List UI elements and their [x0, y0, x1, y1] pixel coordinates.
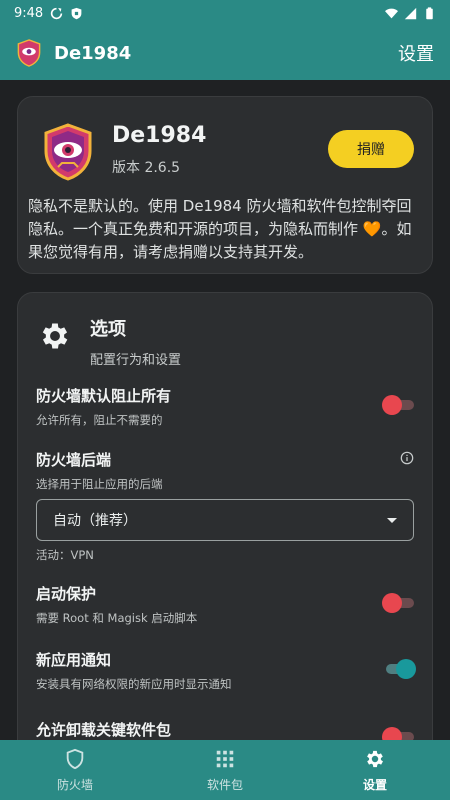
firewall-default-block-toggle[interactable] [382, 395, 416, 415]
options-subtitle: 配置行为和设置 [90, 353, 182, 368]
nav-packages[interactable]: 软件包 [150, 740, 300, 800]
firewall-backend-select[interactable]: 自动（推荐） [36, 499, 414, 541]
new-app-notification-toggle[interactable] [382, 659, 416, 679]
firewall-active-mode: 活动：VPN [36, 548, 94, 562]
bottom-navigation: 防火墙 软件包 设置 [0, 740, 450, 800]
sync-icon [51, 7, 63, 19]
about-description: 隐私不是默认的。使用 De1984 防火墙和软件包控制夺回隐私。一个真正免费和开… [28, 195, 426, 264]
status-bar: 9:48 [0, 0, 450, 26]
firewall-backend-selected: 自动（推荐） [53, 513, 137, 529]
firewall-default-block-row[interactable]: 防火墙默认阻止所有 允许所有，阻止不需要的 [36, 385, 416, 428]
about-version: 版本 2.6.5 [112, 160, 181, 176]
about-app-name: De1984 [112, 123, 207, 148]
app-logo-icon [17, 39, 41, 67]
boot-protection-hint: 需要 Root 和 Magisk 启动脚本 [36, 611, 198, 625]
grid-icon [216, 750, 234, 767]
firewall-default-block-label: 防火墙默认阻止所有 [36, 387, 172, 405]
firewall-backend-label: 防火墙后端 [36, 451, 112, 469]
nav-settings-label: 设置 [362, 777, 387, 792]
boot-protection-toggle[interactable] [382, 593, 416, 613]
firewall-backend-row: 防火墙后端 选择用于阻止应用的后端 [36, 449, 416, 492]
new-app-notification-label: 新应用通知 [36, 651, 112, 669]
app-logo-icon [44, 123, 92, 181]
nav-firewall-label: 防火墙 [56, 777, 93, 792]
wifi-icon [385, 8, 398, 18]
boot-protection-row[interactable]: 启动保护 需要 Root 和 Magisk 启动脚本 [36, 583, 416, 626]
gear-icon [42, 323, 68, 349]
nav-settings[interactable]: 设置 [300, 740, 450, 800]
screen-title: 设置 [398, 44, 434, 65]
battery-icon [426, 6, 433, 19]
firewall-backend-hint: 选择用于阻止应用的后端 [36, 477, 163, 491]
gear-icon [367, 750, 383, 767]
firewall-default-block-hint: 允许所有，阻止不需要的 [36, 413, 163, 427]
new-app-notification-row[interactable]: 新应用通知 安装具有网络权限的新应用时显示通知 [36, 649, 416, 692]
vpn-shield-icon [71, 7, 82, 19]
nav-packages-label: 软件包 [206, 777, 243, 792]
status-time: 9:48 [14, 5, 44, 21]
about-description-text: 隐私不是默认的。使用 De1984 防火墙和软件包控制夺回隐私。一个真正免费和开… [28, 197, 412, 238]
signal-icon [404, 7, 417, 19]
allow-uninstall-critical-row[interactable]: 允许卸载关键软件包 [36, 719, 416, 740]
options-header: 选项 配置行为和设置 [38, 315, 181, 368]
allow-uninstall-critical-label: 允许卸载关键软件包 [36, 721, 172, 739]
boot-protection-label: 启动保护 [36, 585, 97, 603]
info-icon[interactable] [400, 451, 414, 465]
heart-icon: 🧡 [362, 220, 382, 238]
options-card: 选项 配置行为和设置 防火墙默认阻止所有 允许所有，阻止不需要的 防火墙后端 选… [17, 292, 433, 740]
new-app-notification-hint: 安装具有网络权限的新应用时显示通知 [36, 677, 232, 691]
app-bar: De1984 设置 [0, 26, 450, 80]
settings-content[interactable]: De1984 版本 2.6.5 捐赠 隐私不是默认的。使用 De1984 防火墙… [0, 80, 450, 740]
app-title: De1984 [54, 42, 132, 64]
dropdown-caret-icon [387, 517, 397, 523]
about-card: De1984 版本 2.6.5 捐赠 隐私不是默认的。使用 De1984 防火墙… [17, 96, 433, 274]
donate-button[interactable]: 捐赠 [328, 130, 414, 168]
nav-firewall[interactable]: 防火墙 [0, 740, 150, 800]
allow-uninstall-critical-toggle[interactable] [382, 727, 416, 740]
shield-icon [66, 748, 84, 769]
options-title: 选项 [90, 319, 126, 340]
